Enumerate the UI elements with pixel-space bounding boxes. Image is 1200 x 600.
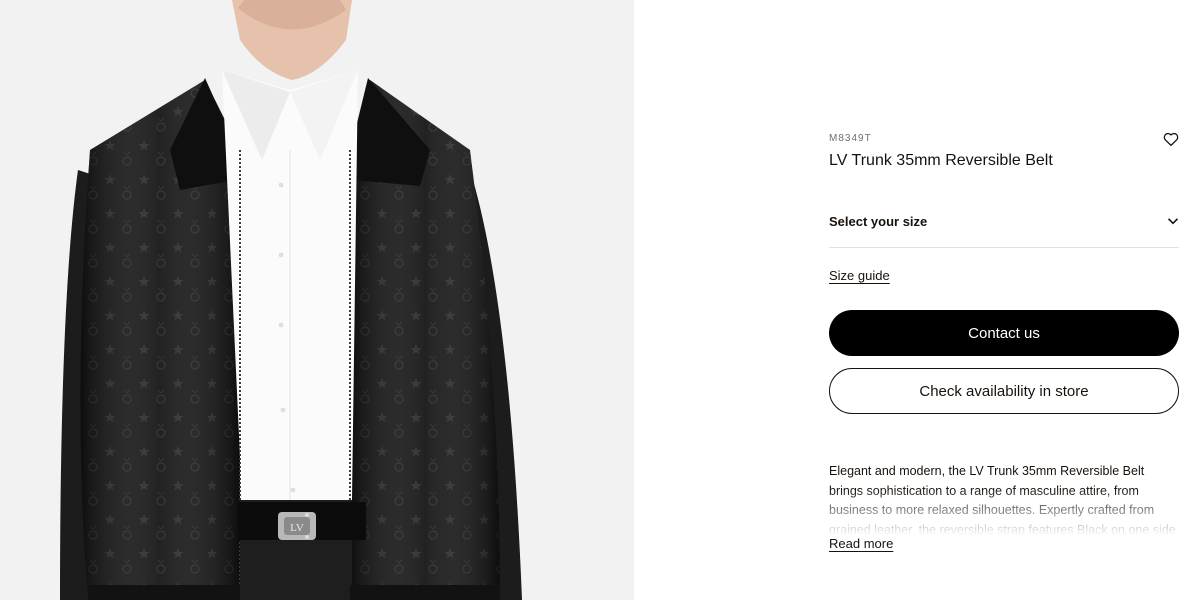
product-title: LV Trunk 35mm Reversible Belt	[829, 152, 1053, 169]
chevron-down-icon	[1167, 218, 1179, 225]
size-guide-link[interactable]: Size guide	[829, 268, 890, 283]
check-availability-button[interactable]: Check availability in store	[829, 368, 1179, 414]
size-selector[interactable]: Select your size	[829, 206, 1179, 248]
wishlist-button[interactable]	[1162, 130, 1180, 148]
description-fade-overlay	[829, 488, 1179, 536]
product-description-container: Elegant and modern, the LV Trunk 35mm Re…	[829, 462, 1179, 536]
read-more-link[interactable]: Read more	[829, 536, 893, 551]
product-photo: LV	[60, 0, 522, 600]
size-selector-label: Select your size	[829, 214, 928, 229]
product-image[interactable]: LV	[0, 0, 634, 600]
product-details-panel: M8349T LV Trunk 35mm Reversible Belt Sel…	[829, 0, 1179, 600]
contact-us-button[interactable]: Contact us	[829, 310, 1179, 356]
heart-icon[interactable]	[1162, 130, 1180, 148]
product-sku: M8349T	[829, 133, 872, 144]
svg-text:LV: LV	[290, 522, 304, 534]
